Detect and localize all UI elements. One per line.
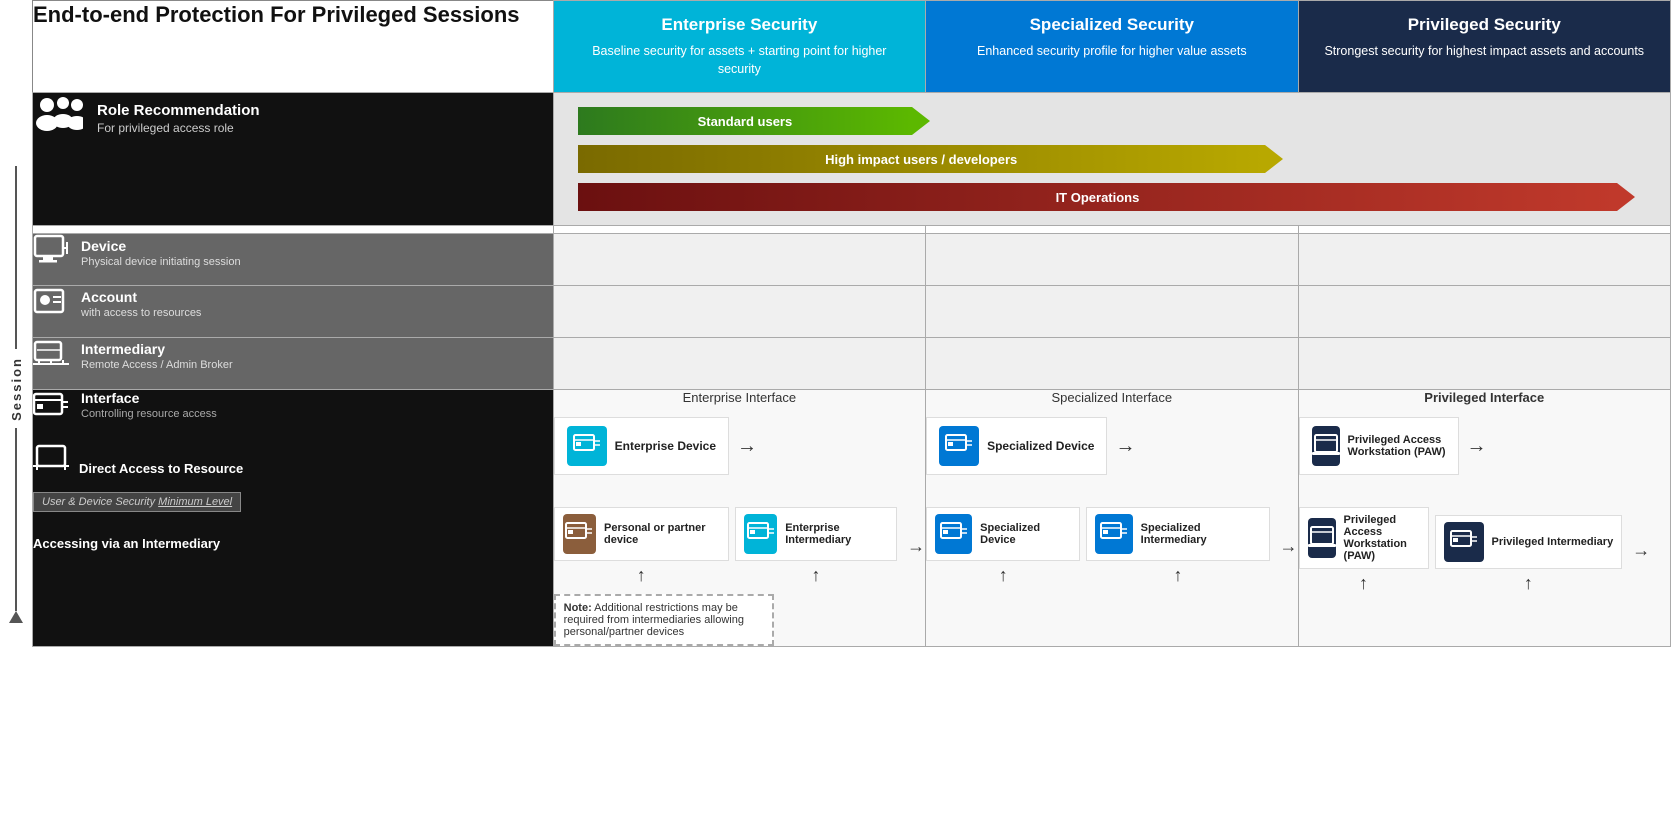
- role-rec-icon: [33, 93, 83, 143]
- privileged-inter-paw-icon: [1308, 518, 1336, 558]
- intermediary-icon: [33, 338, 69, 373]
- it-ops-bar: IT Operations: [578, 183, 1646, 211]
- enterprise-intermediary-icon: [744, 514, 777, 554]
- high-impact-bar: High impact users / developers: [578, 145, 1646, 173]
- specialized-direct-flow: Specialized Device →: [926, 417, 1297, 475]
- specialized-inter-device-icon: [935, 514, 972, 554]
- note-box: Note: Additional restrictions may be req…: [554, 594, 774, 646]
- privileged-intermediary-label: Privileged Intermediary: [1492, 536, 1614, 548]
- specialized-header-desc: Enhanced security profile for higher val…: [977, 44, 1247, 58]
- page-title: End-to-end Protection For Privileged Ses…: [33, 1, 553, 30]
- account-row-sub: with access to resources: [81, 307, 201, 319]
- high-impact-label: High impact users / developers: [825, 152, 1017, 167]
- specialized-intermediary-label: Specialized Intermediary: [1141, 522, 1261, 546]
- enterprise-direct-flow: Enterprise Device →: [554, 417, 925, 475]
- privileged-inter-paw-label: Privileged Access Workstation (PAW): [1344, 514, 1420, 562]
- privileged-direct-flow: Privileged Access Workstation (PAW) →: [1299, 417, 1670, 475]
- enterprise-device-label: Enterprise Device: [615, 439, 716, 453]
- partner-device-icon: [563, 514, 596, 554]
- specialized-interface-label: Specialized Interface: [926, 390, 1297, 405]
- direct-access-icon: [33, 444, 69, 475]
- intermediary-row-sub: Remote Access / Admin Broker: [81, 359, 233, 371]
- specialized-device-icon: [939, 426, 979, 466]
- session-label: Session: [9, 357, 24, 421]
- privileged-header-desc: Strongest security for highest impact as…: [1324, 44, 1644, 58]
- enterprise-direct-arrow: →: [737, 435, 757, 458]
- standard-users-bar: Standard users: [578, 107, 1646, 135]
- privileged-intermediary-flow: Privileged Access Workstation (PAW) ↑: [1299, 507, 1670, 594]
- enterprise-device-icon: [567, 426, 607, 466]
- specialized-direct-arrow: →: [1115, 435, 1135, 458]
- enterprise-intermediary-label: Enterprise Intermediary: [785, 522, 888, 546]
- specialized-header-title: Specialized Security: [946, 15, 1277, 35]
- device-row-sub: Physical device initiating session: [81, 256, 241, 268]
- specialized-inter-device-label: Specialized Device: [980, 522, 1071, 546]
- privileged-interface-label: Privileged Interface: [1299, 390, 1670, 405]
- privileged-direct-arrow: →: [1467, 435, 1487, 458]
- paw-device-label: Privileged Access Workstation (PAW): [1348, 434, 1446, 458]
- enterprise-interface-label: Enterprise Interface: [554, 390, 925, 405]
- device-row-title: Device: [81, 238, 241, 254]
- device-icon: [33, 234, 69, 272]
- enterprise-intermediary-flow: Personal or partner device ↑: [554, 507, 925, 586]
- enterprise-header-title: Enterprise Security: [574, 15, 905, 35]
- paw-device-icon: [1312, 426, 1340, 466]
- privileged-intermediary-icon: [1444, 522, 1484, 562]
- it-ops-label: IT Operations: [1056, 190, 1140, 205]
- user-device-badge: User & Device Security Minimum Level: [33, 484, 553, 512]
- role-rec-title: Role Recommendation: [97, 102, 260, 119]
- enterprise-header-desc: Baseline security for assets + starting …: [592, 44, 886, 76]
- account-row-title: Account: [81, 289, 201, 305]
- standard-users-label: Standard users: [698, 114, 793, 129]
- accessing-via-intermediary-title: Accessing via an Intermediary: [33, 536, 553, 551]
- interface-row-title: Interface: [81, 390, 217, 406]
- specialized-intermediary-flow: Specialized Device ↑: [926, 507, 1297, 586]
- direct-access-title: Direct Access to Resource: [79, 461, 243, 476]
- account-icon: [33, 286, 69, 321]
- privileged-header-title: Privileged Security: [1319, 15, 1650, 35]
- interface-row-sub: Controlling resource access: [81, 408, 217, 420]
- intermediary-row-title: Intermediary: [81, 341, 233, 357]
- specialized-intermediary-icon: [1095, 514, 1132, 554]
- interface-icon: [33, 392, 69, 427]
- partner-device-label: Personal or partner device: [604, 522, 720, 546]
- specialized-device-label: Specialized Device: [987, 439, 1094, 453]
- role-rec-sub: For privileged access role: [97, 121, 260, 135]
- session-up-arrow: [9, 611, 23, 623]
